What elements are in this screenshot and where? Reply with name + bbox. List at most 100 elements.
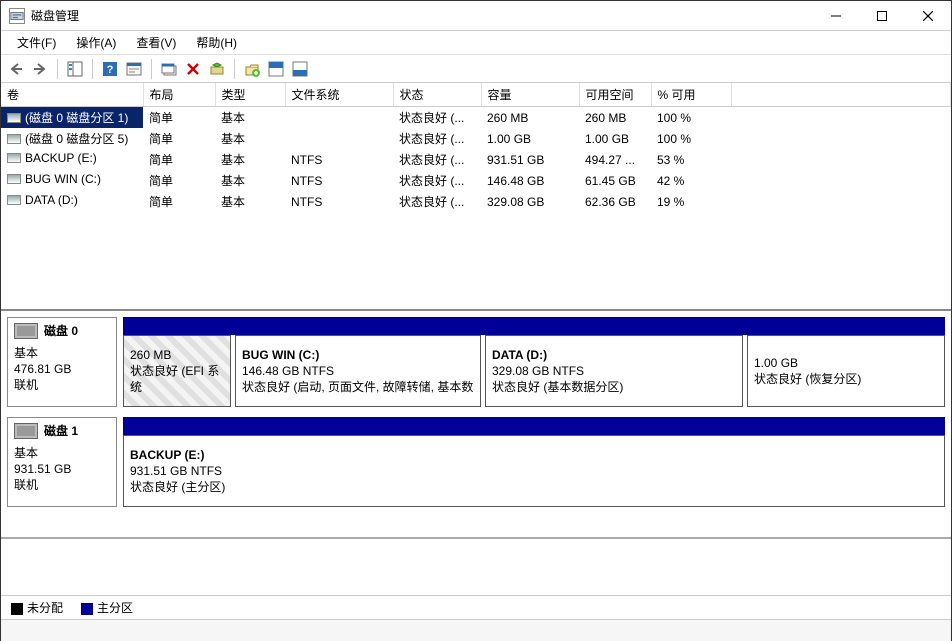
col-layout[interactable]: 布局 (143, 83, 215, 107)
cell-filesystem: NTFS (285, 170, 393, 191)
partition-name: BUG WIN (C:) (242, 347, 474, 363)
refresh-button[interactable] (158, 58, 180, 80)
cell-free: 494.27 ... (579, 149, 651, 170)
menu-help[interactable]: 帮助(H) (186, 31, 247, 54)
partition-size: 329.08 GB NTFS (492, 363, 736, 379)
cell-pctfree: 100 % (651, 128, 731, 149)
cell-filesystem: NTFS (285, 149, 393, 170)
col-filesystem[interactable]: 文件系统 (285, 83, 393, 107)
col-status[interactable]: 状态 (393, 83, 481, 107)
cell-volume: BUG WIN (C:) (25, 172, 101, 186)
table-row[interactable]: DATA (D:)简单基本NTFS状态良好 (...329.08 GB62.36… (1, 191, 951, 212)
disk-icon (14, 323, 38, 339)
volume-icon (7, 174, 21, 184)
partition[interactable]: BUG WIN (C:)146.48 GB NTFS状态良好 (启动, 页面文件… (235, 335, 481, 407)
cell-pctfree: 100 % (651, 107, 731, 129)
partition-status: 状态良好 (基本数据分区) (492, 379, 736, 395)
cell-capacity: 931.51 GB (481, 149, 579, 170)
app-icon (9, 8, 25, 24)
partition-status: 状态良好 (启动, 页面文件, 故障转储, 基本数 (242, 379, 474, 395)
disk-icon (14, 423, 38, 439)
cell-status: 状态良好 (... (393, 191, 481, 212)
cell-type: 基本 (215, 107, 285, 129)
table-row[interactable]: BACKUP (E:) 简单基本NTFS状态良好 (...931.51 GB494… (1, 149, 951, 170)
volume-icon (7, 113, 21, 123)
minimize-button[interactable] (813, 1, 859, 31)
cell-capacity: 260 MB (481, 107, 579, 129)
show-hide-console-tree-button[interactable] (64, 58, 86, 80)
cell-status: 状态良好 (... (393, 149, 481, 170)
col-free[interactable]: 可用空间 (579, 83, 651, 107)
col-capacity[interactable]: 容量 (481, 83, 579, 107)
view-bottom-button[interactable] (289, 58, 311, 80)
cell-capacity: 146.48 GB (481, 170, 579, 191)
partition[interactable]: 260 MB状态良好 (EFI 系统 (123, 335, 231, 407)
disk-size: 476.81 GB (14, 361, 110, 377)
partition-name: DATA (D:) (492, 347, 736, 363)
help-button[interactable]: ? (99, 58, 121, 80)
properties-button[interactable] (123, 58, 145, 80)
cell-free: 1.00 GB (579, 128, 651, 149)
legend: 未分配 主分区 (1, 595, 951, 619)
cell-pctfree: 53 % (651, 149, 731, 170)
volume-list-pane[interactable]: 卷 布局 类型 文件系统 状态 容量 可用空间 % 可用 (磁盘 0 磁盘分区 … (1, 83, 951, 311)
partition-status: 状态良好 (恢复分区) (754, 371, 938, 387)
partition-size: 146.48 GB NTFS (242, 363, 474, 379)
partition[interactable]: BACKUP (E:)931.51 GB NTFS状态良好 (主分区) (123, 435, 945, 507)
menu-action[interactable]: 操作(A) (66, 31, 126, 54)
title-bar: 磁盘管理 (1, 1, 951, 31)
col-pctfree[interactable]: % 可用 (651, 83, 731, 107)
table-row[interactable]: BUG WIN (C:)简单基本NTFS状态良好 (...146.48 GB61… (1, 170, 951, 191)
partition[interactable]: DATA (D:)329.08 GB NTFS状态良好 (基本数据分区) (485, 335, 743, 407)
disk-state: 联机 (14, 477, 110, 493)
disk-row: 磁盘 0基本476.81 GB联机260 MB状态良好 (EFI 系统BUG W… (7, 317, 945, 407)
new-volume-button[interactable] (241, 58, 263, 80)
disk-size: 931.51 GB (14, 461, 110, 477)
maximize-button[interactable] (859, 1, 905, 31)
volume-icon (7, 134, 21, 144)
cell-type: 基本 (215, 149, 285, 170)
menu-bar: 文件(F) 操作(A) 查看(V) 帮助(H) (1, 31, 951, 55)
disk-row: 磁盘 1 基本931.51 GB联机 BACKUP (E:)931.51 GB NT… (7, 417, 945, 507)
cell-volume: (磁盘 0 磁盘分区 1) (25, 109, 128, 126)
partition-size: 931.51 GB NTFS (130, 463, 938, 479)
legend-primary: 主分区 (81, 599, 133, 616)
disk-capacity-bar (123, 417, 945, 435)
back-button[interactable] (5, 58, 27, 80)
cell-status: 状态良好 (... (393, 170, 481, 191)
table-row[interactable]: (磁盘 0 磁盘分区 5)简单基本状态良好 (...1.00 GB1.00 GB… (1, 128, 951, 149)
menu-view[interactable]: 查看(V) (126, 31, 186, 54)
col-volume[interactable]: 卷 (1, 83, 143, 107)
disk-type: 基本 (14, 445, 110, 461)
cell-free: 62.36 GB (579, 191, 651, 212)
disk-type: 基本 (14, 345, 110, 361)
delete-button[interactable] (182, 58, 204, 80)
disk-name: 磁盘 1 (44, 422, 78, 439)
close-button[interactable] (905, 1, 951, 31)
cell-layout: 简单 (143, 149, 215, 170)
rescan-disks-button[interactable] (206, 58, 228, 80)
cell-status: 状态良好 (... (393, 107, 481, 129)
forward-button[interactable] (29, 58, 51, 80)
partition-status: 状态良好 (主分区) (130, 479, 938, 495)
disk-header[interactable]: 磁盘 1 基本931.51 GB联机 (7, 417, 117, 507)
volume-icon (7, 195, 21, 205)
menu-file[interactable]: 文件(F) (7, 31, 66, 54)
table-row[interactable]: (磁盘 0 磁盘分区 1)简单基本状态良好 (...260 MB260 MB10… (1, 107, 951, 129)
partition[interactable]: 1.00 GB状态良好 (恢复分区) (747, 335, 945, 407)
disk-capacity-bar (123, 317, 945, 335)
cell-volume: BACKUP (E:) (25, 151, 97, 165)
col-type[interactable]: 类型 (215, 83, 285, 107)
cell-pctfree: 42 % (651, 170, 731, 191)
cell-type: 基本 (215, 170, 285, 191)
cell-filesystem (285, 107, 393, 129)
cell-volume: DATA (D:) (25, 193, 78, 207)
disk-name: 磁盘 0 (44, 322, 78, 339)
disk-header[interactable]: 磁盘 0基本476.81 GB联机 (7, 317, 117, 407)
cell-pctfree: 19 % (651, 191, 731, 212)
view-top-button[interactable] (265, 58, 287, 80)
cell-filesystem: NTFS (285, 191, 393, 212)
toolbar: ? (1, 55, 951, 83)
cell-type: 基本 (215, 128, 285, 149)
disk-graphical-pane[interactable]: 磁盘 0基本476.81 GB联机260 MB状态良好 (EFI 系统BUG W… (1, 311, 951, 539)
